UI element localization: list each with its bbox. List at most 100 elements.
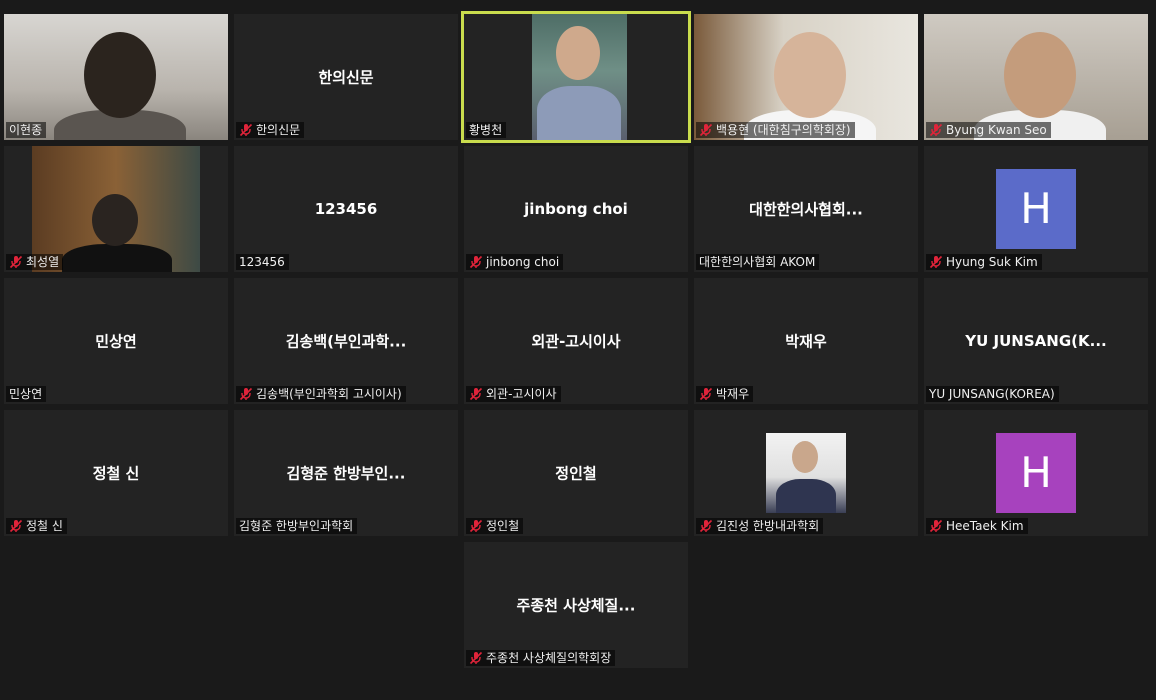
mic-muted-icon [9, 255, 23, 269]
participant-avatar: H [996, 169, 1076, 249]
participant-video [532, 14, 627, 140]
video-person-body [62, 244, 172, 272]
participant-name: 황병천 [469, 123, 503, 137]
participant-name: 이현종 [9, 123, 43, 137]
mic-muted-icon [699, 387, 713, 401]
participant-tile[interactable]: 백용현 (대한침구의학회장) [694, 14, 918, 140]
participant-name-label: 황병천 [466, 122, 507, 138]
participant-name-label: jinbong choi [466, 254, 564, 270]
participant-name: 최성열 [26, 255, 60, 269]
mic-muted-icon [699, 519, 713, 533]
mic-muted-icon [9, 519, 23, 533]
participant-name: 민상연 [9, 387, 43, 401]
participant-name-label: 정인철 [466, 518, 524, 534]
participant-display-name: jinbong choi [524, 200, 628, 218]
participant-name-label: 한의신문 [236, 122, 305, 138]
participant-name-label: 김진성 한방내과학회 [696, 518, 824, 534]
mic-muted-icon [469, 651, 483, 665]
video-person-head [774, 32, 846, 118]
participant-name-label: 대한한의사협회 AKOM [696, 254, 820, 270]
participant-name-label: 박재우 [696, 386, 754, 402]
participant-name: 한의신문 [256, 123, 301, 137]
participant-tile[interactable]: 박재우 박재우 [694, 278, 918, 404]
participant-display-name: 김형준 한방부인... [286, 464, 406, 483]
video-person-body [776, 479, 836, 513]
participant-name: 김형준 한방부인과학회 [239, 519, 354, 533]
participant-avatar: H [996, 433, 1076, 513]
participant-tile[interactable]: 정인철 정인철 [464, 410, 688, 536]
participant-display-name: 외관-고시이사 [531, 332, 621, 351]
participant-name: 대한한의사협회 AKOM [699, 255, 816, 269]
participant-name: 외관-고시이사 [486, 387, 557, 401]
mic-muted-icon [699, 123, 713, 137]
participant-name: YU JUNSANG(KOREA) [929, 387, 1055, 401]
participant-name-label: 백용현 (대한침구의학회장) [696, 122, 855, 138]
participant-tile[interactable]: 외관-고시이사 외관-고시이사 [464, 278, 688, 404]
mic-muted-icon [469, 519, 483, 533]
participant-tile[interactable]: 김송백(부인과학... 김송백(부인과학회 고시이사) [234, 278, 458, 404]
video-person-body [537, 86, 621, 140]
participant-name: 박재우 [716, 387, 750, 401]
participant-tile[interactable]: 한의신문 한의신문 [234, 14, 458, 140]
participant-tile[interactable]: 김형준 한방부인... 김형준 한방부인과학회 [234, 410, 458, 536]
participant-display-name: 정인철 [555, 464, 597, 483]
participant-name: 주종천 사상체질의학회장 [486, 651, 612, 665]
mic-muted-icon [239, 387, 253, 401]
participant-display-name: 정철 신 [92, 464, 140, 483]
participant-tile[interactable]: 주종천 사상체질... 주종천 사상체질의학회장 [464, 542, 688, 668]
participant-tile[interactable]: YU JUNSANG(K... YU JUNSANG(KOREA) [924, 278, 1148, 404]
participant-name: 김송백(부인과학회 고시이사) [256, 387, 402, 401]
participant-name: 김진성 한방내과학회 [716, 519, 820, 533]
mic-muted-icon [929, 255, 943, 269]
participant-name-label: 최성열 [6, 254, 64, 270]
participant-name-label: 주종천 사상체질의학회장 [466, 650, 616, 666]
participant-tile[interactable]: Byung Kwan Seo [924, 14, 1148, 140]
participant-name-label: 123456 [236, 254, 289, 270]
participant-name: Byung Kwan Seo [946, 123, 1047, 137]
mic-muted-icon [929, 519, 943, 533]
mic-muted-icon [469, 255, 483, 269]
participant-name-label: 김송백(부인과학회 고시이사) [236, 386, 406, 402]
mic-muted-icon [239, 123, 253, 137]
participant-name-label: Byung Kwan Seo [926, 122, 1051, 138]
participant-tile[interactable]: 정철 신 정철 신 [4, 410, 228, 536]
participant-display-name: 주종천 사상체질... [516, 596, 636, 615]
participant-tile[interactable]: 최성열 [4, 146, 228, 272]
participant-name-label: HeeTaek Kim [926, 518, 1028, 534]
participant-display-name: 대한한의사협회... [749, 200, 863, 219]
video-person-head [1004, 32, 1076, 118]
participant-name: 백용현 (대한침구의학회장) [716, 123, 851, 137]
participant-display-name: 한의신문 [318, 68, 374, 87]
participant-tile[interactable]: 123456 123456 [234, 146, 458, 272]
participant-tile[interactable]: 민상연 민상연 [4, 278, 228, 404]
participant-name: jinbong choi [486, 255, 560, 269]
participant-tile[interactable]: H HeeTaek Kim [924, 410, 1148, 536]
participant-name: 123456 [239, 255, 285, 269]
participant-name-label: 민상연 [6, 386, 47, 402]
participant-tile[interactable]: 황병천 [461, 11, 691, 143]
participant-tile[interactable]: 대한한의사협회... 대한한의사협회 AKOM [694, 146, 918, 272]
participant-name-label: 정철 신 [6, 518, 67, 534]
video-person-head [84, 32, 156, 118]
participant-display-name: 김송백(부인과학... [285, 332, 407, 351]
participant-name-label: 김형준 한방부인과학회 [236, 518, 358, 534]
participant-tile[interactable]: H Hyung Suk Kim [924, 146, 1148, 272]
participant-name: 정인철 [486, 519, 520, 533]
participant-video [766, 433, 846, 513]
video-person-head [556, 26, 600, 80]
participant-tile[interactable]: 이현종 [4, 14, 228, 140]
video-person-head [92, 194, 138, 246]
participant-tile[interactable]: 김진성 한방내과학회 [694, 410, 918, 536]
participant-name: HeeTaek Kim [946, 519, 1024, 533]
participant-name: 정철 신 [26, 519, 63, 533]
participant-name-label: 이현종 [6, 122, 47, 138]
mic-muted-icon [469, 387, 483, 401]
participant-name: Hyung Suk Kim [946, 255, 1038, 269]
participant-name-label: 외관-고시이사 [466, 386, 561, 402]
participant-display-name: 박재우 [785, 332, 827, 351]
video-person-head [792, 441, 818, 473]
participant-display-name: 123456 [314, 200, 378, 218]
participant-name-label: Hyung Suk Kim [926, 254, 1042, 270]
participant-tile[interactable]: jinbong choi jinbong choi [464, 146, 688, 272]
participant-name-label: YU JUNSANG(KOREA) [926, 386, 1059, 402]
